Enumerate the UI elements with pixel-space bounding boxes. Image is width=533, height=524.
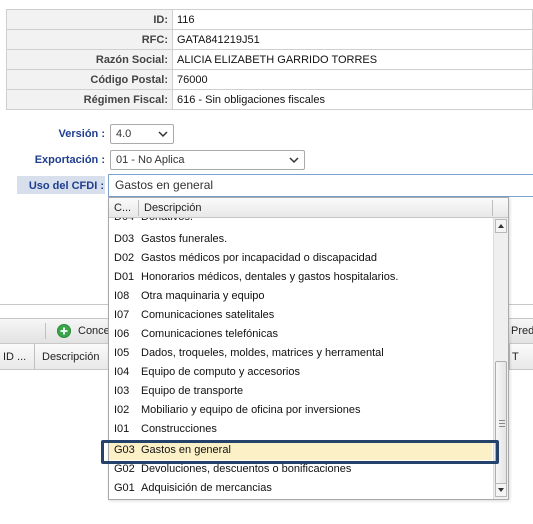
item-code: D02 <box>114 252 135 264</box>
info-value: 116 <box>172 9 533 30</box>
item-description: Mobiliario y equipo de oficina por inver… <box>141 404 361 416</box>
list-item[interactable]: G01 Adquisición de mercancias <box>109 479 492 498</box>
uso-cfdi-value: Gastos en general <box>115 178 214 192</box>
item-description: Honorarios médicos, dentales y gastos ho… <box>141 271 399 283</box>
version-select[interactable]: 4.0 <box>110 124 174 144</box>
add-circle-icon[interactable] <box>57 324 71 338</box>
selection-highlight-box <box>101 440 499 464</box>
info-label: Régimen Fiscal: <box>6 89 173 110</box>
info-label: RFC: <box>6 29 173 50</box>
dropdown-column-header: C... Descripción <box>109 198 508 218</box>
toolbar-separator <box>45 323 46 339</box>
item-description: Equipo de transporte <box>141 385 244 397</box>
info-value: ALICIA ELIZABETH GARRIDO TORRES <box>172 49 533 70</box>
list-item[interactable]: D01 Honorarios médicos, dentales y gasto… <box>109 268 492 287</box>
list-item[interactable]: I01 Construcciones <box>109 420 492 439</box>
info-row-id: ID: 116 <box>6 9 533 30</box>
item-code: I08 <box>114 290 130 302</box>
chevron-down-icon <box>158 131 168 138</box>
item-description: Gastos médicos por incapacidad o discapa… <box>141 252 378 264</box>
list-item[interactable]: I06 Comunicaciones telefónicas <box>109 325 492 344</box>
item-description: Construcciones <box>141 423 217 435</box>
item-code: I05 <box>114 347 130 359</box>
add-concept-button[interactable]: Conce <box>78 325 110 337</box>
column-header-code[interactable]: C... <box>114 198 136 218</box>
item-code: I07 <box>114 309 130 321</box>
info-value: GATA841219J51 <box>172 29 533 50</box>
item-code: I02 <box>114 404 130 416</box>
list-item[interactable]: I08 Otra maquinaria y equipo <box>109 287 492 306</box>
version-select-value: 4.0 <box>116 128 132 140</box>
uso-cfdi-label: Uso del CFDI : <box>28 180 104 192</box>
info-label: Razón Social: <box>6 49 173 70</box>
item-description: Gastos funerales. <box>141 233 228 245</box>
list-item[interactable]: D03 Gastos funerales. <box>109 230 492 249</box>
list-item[interactable]: I04 Equipo de computo y accesorios <box>109 363 492 382</box>
grip-line <box>499 423 505 424</box>
list-item[interactable]: I07 Comunicaciones satelitales <box>109 306 492 325</box>
item-code: D03 <box>114 233 135 245</box>
list-item[interactable]: D02 Gastos médicos por incapacidad o dis… <box>109 249 492 268</box>
info-row-razon-social: Razón Social: ALICIA ELIZABETH GARRIDO T… <box>6 49 533 70</box>
list-item[interactable]: I02 Mobiliario y equipo de oficina por i… <box>109 401 492 420</box>
scroll-up-button[interactable] <box>495 219 507 233</box>
info-row-rfc: RFC: GATA841219J51 <box>6 29 533 50</box>
exportacion-label: Exportación : <box>34 154 105 166</box>
column-header-descripcion[interactable]: Descripción <box>42 351 99 363</box>
item-description: Dados, troqueles, moldes, matrices y her… <box>141 347 384 359</box>
version-label: Versión : <box>58 128 105 140</box>
column-separator <box>509 344 510 370</box>
scrollbar-thumb[interactable] <box>495 361 507 485</box>
item-description: Equipo de computo y accesorios <box>141 366 300 378</box>
column-separator <box>138 200 139 216</box>
arrow-up-icon <box>498 224 504 228</box>
arrow-down-icon <box>498 488 504 492</box>
item-code: I04 <box>114 366 130 378</box>
column-header-description[interactable]: Descripción <box>144 198 344 218</box>
uso-cfdi-combobox[interactable]: Gastos en general <box>108 174 533 197</box>
item-code: D01 <box>114 271 135 283</box>
info-value: 76000 <box>172 69 533 90</box>
item-code: G01 <box>114 482 135 494</box>
item-description: Comunicaciones telefónicas <box>141 328 278 340</box>
info-label: ID: <box>6 9 173 30</box>
exportacion-select[interactable]: 01 - No Aplica <box>110 150 305 170</box>
item-code: I01 <box>114 423 130 435</box>
scroll-down-button[interactable] <box>495 483 507 497</box>
list-item[interactable]: I05 Dados, troqueles, moldes, matrices y… <box>109 344 492 363</box>
info-row-codigo-postal: Código Postal: 76000 <box>6 69 533 90</box>
info-row-regimen-fiscal: Régimen Fiscal: 616 - Sin obligaciones f… <box>6 89 533 110</box>
column-separator <box>492 200 493 216</box>
grip-line <box>499 420 505 421</box>
item-description: Comunicaciones satelitales <box>141 309 275 321</box>
toolbar-right-button[interactable]: Pred <box>511 325 533 337</box>
list-item[interactable]: I03 Equipo de transporte <box>109 382 492 401</box>
item-code: I03 <box>114 385 130 397</box>
chevron-down-icon <box>289 157 299 164</box>
grip-line <box>499 426 505 427</box>
info-label: Código Postal: <box>6 69 173 90</box>
column-header-right[interactable]: T <box>512 351 519 363</box>
item-description: Otra maquinaria y equipo <box>141 290 265 302</box>
item-description: Adquisición de mercancias <box>141 482 272 494</box>
customer-info-table: ID: 116 RFC: GATA841219J51 Razón Social:… <box>6 9 533 110</box>
item-code: I06 <box>114 328 130 340</box>
info-value: 616 - Sin obligaciones fiscales <box>172 89 533 110</box>
exportacion-select-value: 01 - No Aplica <box>116 154 185 166</box>
column-header-id[interactable]: ID ... <box>3 351 26 363</box>
column-separator <box>34 344 35 370</box>
